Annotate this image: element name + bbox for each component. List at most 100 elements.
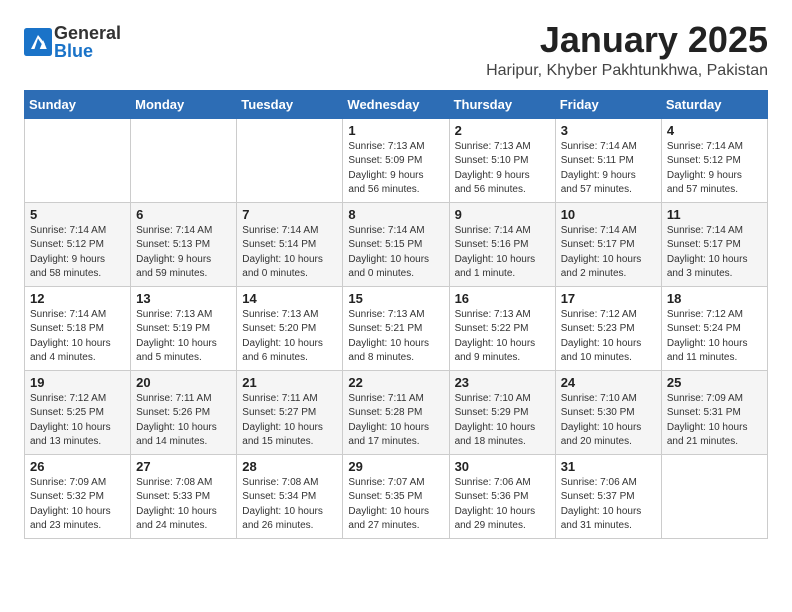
calendar-cell: 23Sunrise: 7:10 AM Sunset: 5:29 PM Dayli…: [449, 370, 555, 454]
day-info: Sunrise: 7:08 AM Sunset: 5:33 PM Dayligh…: [136, 477, 217, 532]
day-number: 26: [30, 459, 125, 474]
calendar-cell: 2 Sunrise: 7:13 AM Sunset: 5:10 PM Daylig…: [449, 118, 555, 202]
calendar-cell: 30Sunrise: 7:06 AM Sunset: 5:36 PM Dayli…: [449, 454, 555, 538]
logo-blue-label: Blue: [54, 42, 121, 60]
day-info: Sunrise: 7:14 AM Sunset: 5:12 PM Dayligh…: [667, 141, 743, 196]
day-info: Sunrise: 7:14 AM Sunset: 5:12 PM Dayligh…: [30, 225, 106, 280]
calendar-cell: 8Sunrise: 7:14 AM Sunset: 5:15 PM Daylig…: [343, 202, 449, 286]
day-number: 4: [667, 123, 762, 138]
calendar-cell: 12 Sunrise: 7:14 AM Sunset: 5:18 PM Dayli…: [25, 286, 131, 370]
calendar-cell: 7Sunrise: 7:14 AM Sunset: 5:14 PM Daylig…: [237, 202, 343, 286]
logo-text: General Blue: [54, 24, 121, 60]
day-info: Sunrise: 7:14 AM Sunset: 5:15 PM Dayligh…: [348, 225, 429, 280]
calendar-cell: 16 Sunrise: 7:13 AM Sunset: 5:22 PM Dayli…: [449, 286, 555, 370]
day-number: 18: [667, 291, 762, 306]
weekday-header-monday: Monday: [131, 90, 237, 118]
calendar-cell: 4 Sunrise: 7:14 AM Sunset: 5:12 PM Daylig…: [661, 118, 767, 202]
calendar-cell: 5 Sunrise: 7:14 AM Sunset: 5:12 PM Daylig…: [25, 202, 131, 286]
day-info: Sunrise: 7:06 AM Sunset: 5:37 PM Dayligh…: [561, 477, 642, 532]
title-block: January 2025 Haripur, Khyber Pakhtunkhwa…: [486, 20, 768, 80]
day-info: Sunrise: 7:13 AM Sunset: 5:10 PM Dayligh…: [455, 141, 531, 196]
weekday-header-sunday: Sunday: [25, 90, 131, 118]
day-info: Sunrise: 7:14 AM Sunset: 5:18 PM Dayligh…: [30, 309, 111, 364]
day-number: 10: [561, 207, 656, 222]
day-info: Sunrise: 7:06 AM Sunset: 5:36 PM Dayligh…: [455, 477, 536, 532]
calendar-cell: 28 Sunrise: 7:08 AM Sunset: 5:34 PM Dayli…: [237, 454, 343, 538]
calendar-table: SundayMondayTuesdayWednesdayThursdayFrid…: [24, 90, 768, 539]
calendar-cell: 1 Sunrise: 7:13 AM Sunset: 5:09 PM Daylig…: [343, 118, 449, 202]
day-number: 19: [30, 375, 125, 390]
calendar-cell: 31Sunrise: 7:06 AM Sunset: 5:37 PM Dayli…: [555, 454, 661, 538]
calendar-cell: 9Sunrise: 7:14 AM Sunset: 5:16 PM Daylig…: [449, 202, 555, 286]
day-info: Sunrise: 7:14 AM Sunset: 5:16 PM Dayligh…: [455, 225, 536, 280]
calendar-cell: 3 Sunrise: 7:14 AM Sunset: 5:11 PM Daylig…: [555, 118, 661, 202]
location-title: Haripur, Khyber Pakhtunkhwa, Pakistan: [486, 62, 768, 80]
day-info: Sunrise: 7:13 AM Sunset: 5:09 PM Dayligh…: [348, 141, 424, 196]
day-number: 28: [242, 459, 337, 474]
weekday-header-tuesday: Tuesday: [237, 90, 343, 118]
day-info: Sunrise: 7:10 AM Sunset: 5:29 PM Dayligh…: [455, 393, 536, 448]
calendar-cell: 15Sunrise: 7:13 AM Sunset: 5:21 PM Dayli…: [343, 286, 449, 370]
day-number: 6: [136, 207, 231, 222]
calendar-cell: 26Sunrise: 7:09 AM Sunset: 5:32 PM Dayli…: [25, 454, 131, 538]
week-row-1: 1 Sunrise: 7:13 AM Sunset: 5:09 PM Daylig…: [25, 118, 768, 202]
weekday-header-saturday: Saturday: [661, 90, 767, 118]
day-number: 22: [348, 375, 443, 390]
day-number: 14: [242, 291, 337, 306]
calendar-cell: [661, 454, 767, 538]
week-row-3: 12 Sunrise: 7:14 AM Sunset: 5:18 PM Dayli…: [25, 286, 768, 370]
day-number: 29: [348, 459, 443, 474]
day-info: Sunrise: 7:14 AM Sunset: 5:11 PM Dayligh…: [561, 141, 637, 196]
day-number: 1: [348, 123, 443, 138]
day-info: Sunrise: 7:13 AM Sunset: 5:20 PM Dayligh…: [242, 309, 323, 364]
day-info: Sunrise: 7:08 AM Sunset: 5:34 PM Dayligh…: [242, 477, 323, 532]
day-number: 12: [30, 291, 125, 306]
calendar-cell: 6 Sunrise: 7:14 AM Sunset: 5:13 PM Daylig…: [131, 202, 237, 286]
day-info: Sunrise: 7:12 AM Sunset: 5:24 PM Dayligh…: [667, 309, 748, 364]
day-number: 20: [136, 375, 231, 390]
day-number: 17: [561, 291, 656, 306]
calendar-cell: 27 Sunrise: 7:08 AM Sunset: 5:33 PM Dayli…: [131, 454, 237, 538]
logo: General Blue: [24, 24, 121, 60]
day-number: 15: [348, 291, 443, 306]
day-info: Sunrise: 7:11 AM Sunset: 5:27 PM Dayligh…: [242, 393, 323, 448]
calendar-cell: 14 Sunrise: 7:13 AM Sunset: 5:20 PM Dayli…: [237, 286, 343, 370]
logo-general-label: General: [54, 24, 121, 42]
calendar-cell: [25, 118, 131, 202]
calendar-cell: 10Sunrise: 7:14 AM Sunset: 5:17 PM Dayli…: [555, 202, 661, 286]
day-number: 16: [455, 291, 550, 306]
weekday-header-row: SundayMondayTuesdayWednesdayThursdayFrid…: [25, 90, 768, 118]
calendar-cell: [237, 118, 343, 202]
month-title: January 2025: [486, 20, 768, 60]
day-number: 7: [242, 207, 337, 222]
day-info: Sunrise: 7:09 AM Sunset: 5:31 PM Dayligh…: [667, 393, 748, 448]
calendar-cell: 11Sunrise: 7:14 AM Sunset: 5:17 PM Dayli…: [661, 202, 767, 286]
day-number: 5: [30, 207, 125, 222]
day-info: Sunrise: 7:11 AM Sunset: 5:28 PM Dayligh…: [348, 393, 429, 448]
week-row-5: 26Sunrise: 7:09 AM Sunset: 5:32 PM Dayli…: [25, 454, 768, 538]
day-number: 27: [136, 459, 231, 474]
calendar-cell: 25 Sunrise: 7:09 AM Sunset: 5:31 PM Dayli…: [661, 370, 767, 454]
calendar-cell: 17 Sunrise: 7:12 AM Sunset: 5:23 PM Dayli…: [555, 286, 661, 370]
calendar-cell: 13 Sunrise: 7:13 AM Sunset: 5:19 PM Dayli…: [131, 286, 237, 370]
day-number: 2: [455, 123, 550, 138]
week-row-2: 5 Sunrise: 7:14 AM Sunset: 5:12 PM Daylig…: [25, 202, 768, 286]
calendar-cell: 29Sunrise: 7:07 AM Sunset: 5:35 PM Dayli…: [343, 454, 449, 538]
header: General Blue January 2025 Haripur, Khybe…: [24, 20, 768, 80]
calendar-cell: 21 Sunrise: 7:11 AM Sunset: 5:27 PM Dayli…: [237, 370, 343, 454]
day-info: Sunrise: 7:13 AM Sunset: 5:19 PM Dayligh…: [136, 309, 217, 364]
day-info: Sunrise: 7:13 AM Sunset: 5:22 PM Dayligh…: [455, 309, 536, 364]
weekday-header-wednesday: Wednesday: [343, 90, 449, 118]
day-number: 21: [242, 375, 337, 390]
day-number: 3: [561, 123, 656, 138]
day-number: 13: [136, 291, 231, 306]
day-number: 25: [667, 375, 762, 390]
day-info: Sunrise: 7:12 AM Sunset: 5:23 PM Dayligh…: [561, 309, 642, 364]
day-info: Sunrise: 7:14 AM Sunset: 5:17 PM Dayligh…: [667, 225, 748, 280]
calendar-cell: 20Sunrise: 7:11 AM Sunset: 5:26 PM Dayli…: [131, 370, 237, 454]
calendar-cell: 19Sunrise: 7:12 AM Sunset: 5:25 PM Dayli…: [25, 370, 131, 454]
week-row-4: 19Sunrise: 7:12 AM Sunset: 5:25 PM Dayli…: [25, 370, 768, 454]
day-number: 24: [561, 375, 656, 390]
day-info: Sunrise: 7:14 AM Sunset: 5:13 PM Dayligh…: [136, 225, 212, 280]
logo-icon: [24, 28, 52, 56]
